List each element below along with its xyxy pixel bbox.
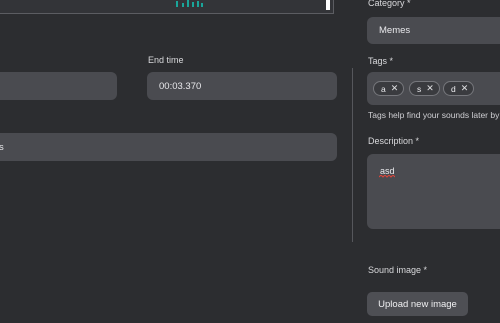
close-icon[interactable]: ✕: [461, 84, 469, 93]
waveform-preview[interactable]: [0, 0, 334, 14]
sound-image-label: Sound image *: [368, 265, 428, 275]
tag-chip: a ✕: [373, 81, 405, 96]
waveform-bar: [197, 1, 199, 7]
tag-chip-label: d: [451, 83, 456, 94]
close-icon[interactable]: ✕: [426, 84, 434, 93]
waveform-bar: [187, 0, 189, 7]
playhead-handle[interactable]: [326, 0, 330, 10]
name-value: s: [0, 141, 4, 153]
waveform-bar: [182, 3, 184, 7]
waveform-bar: [176, 1, 178, 7]
upload-image-button[interactable]: Upload new image: [367, 292, 468, 316]
end-time-input[interactable]: 00:03.370: [147, 72, 337, 100]
category-value: Memes: [379, 25, 411, 36]
start-time-input[interactable]: [0, 72, 117, 100]
column-divider: [352, 68, 353, 242]
spellcheck-underline: [379, 175, 395, 178]
tags-label: Tags *: [368, 56, 394, 66]
category-select[interactable]: Memes: [367, 17, 500, 44]
tags-hint: Tags help find your sounds later by: [368, 110, 500, 120]
waveform-bar: [201, 3, 203, 7]
close-icon[interactable]: ✕: [391, 84, 399, 93]
name-input[interactable]: s: [0, 133, 337, 161]
description-label: Description *: [368, 136, 420, 146]
end-time-value: 00:03.370: [159, 80, 202, 92]
tag-chip-label: s: [417, 83, 422, 94]
end-time-label: End time: [148, 55, 184, 65]
category-label: Category *: [368, 0, 411, 8]
tag-chip: d ✕: [443, 81, 475, 96]
tag-chip-label: a: [381, 83, 386, 94]
tag-chip: s ✕: [409, 81, 440, 96]
waveform-bar: [192, 2, 194, 7]
